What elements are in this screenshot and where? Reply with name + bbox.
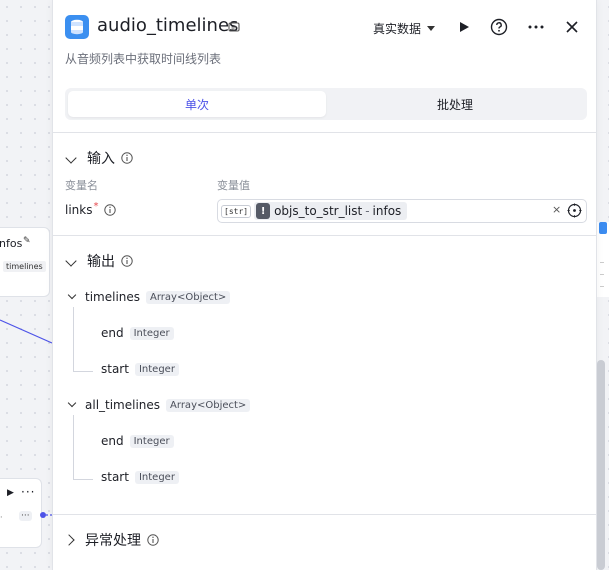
- close-button[interactable]: [561, 16, 583, 38]
- more-dots-icon[interactable]: ···: [19, 511, 32, 521]
- more-dots-icon[interactable]: ···: [21, 485, 35, 499]
- node-badge: [599, 222, 607, 234]
- tree-connector: [73, 479, 93, 480]
- play-icon: [460, 22, 469, 32]
- help-circle-icon: [490, 18, 508, 36]
- exception-section-header[interactable]: 异常处理: [63, 530, 159, 550]
- background-node-title: nfos: [0, 237, 23, 250]
- output-name: timelines: [85, 290, 141, 304]
- edge-line: [0, 319, 53, 344]
- panel-scrollbar[interactable]: [597, 360, 605, 570]
- divider: [600, 274, 604, 275]
- node-description: 从音频列表中获取时间线列表: [65, 52, 222, 66]
- edit-icon: ✎: [23, 236, 31, 246]
- output-child-item: start Integer: [101, 362, 179, 376]
- chevron-right-icon: [63, 534, 75, 546]
- background-node-2[interactable]: ▶ ··· ·· ···: [0, 478, 42, 548]
- input-section-label: 输入: [87, 151, 115, 167]
- node-port[interactable]: [40, 512, 46, 518]
- divider: [53, 235, 596, 236]
- output-name: start: [101, 362, 129, 376]
- column-header-value: 变量值: [217, 179, 250, 192]
- output-type: Integer: [129, 434, 174, 448]
- output-child-item: start Integer: [101, 470, 179, 484]
- info-circle-icon[interactable]: [147, 534, 159, 546]
- chevron-down-icon: [65, 152, 77, 164]
- background-node-tag: timelines: [3, 261, 46, 272]
- node-test-panel: audio_timelines 真实数据 从音频列表中获取时间线列表 单次 批处…: [52, 0, 597, 570]
- output-name: start: [101, 470, 129, 484]
- run-mode-tabs: 单次 批处理: [65, 88, 587, 120]
- output-type: Array<Object>: [146, 290, 231, 304]
- target-icon[interactable]: [567, 203, 582, 218]
- input-section-header[interactable]: 输入: [65, 148, 133, 168]
- tree-connector: [73, 371, 93, 372]
- caret-down-icon[interactable]: [67, 290, 77, 300]
- data-mode-select[interactable]: 真实数据: [373, 20, 436, 37]
- output-type: Array<Object>: [166, 398, 251, 412]
- output-name: all_timelines: [85, 398, 161, 412]
- output-name: end: [101, 434, 124, 448]
- divider: [53, 514, 596, 515]
- edit-icon[interactable]: [228, 21, 240, 33]
- output-name: end: [101, 326, 124, 340]
- warning-icon: !: [256, 203, 271, 219]
- tab-batch[interactable]: 批处理: [326, 91, 584, 117]
- divider: [600, 286, 604, 287]
- info-circle-icon[interactable]: [121, 255, 133, 267]
- output-section-header[interactable]: 输出: [65, 251, 133, 271]
- reference-source: objs_to_str_list: [274, 204, 363, 218]
- variable-value-field[interactable]: [str] ! objs_to_str_list - infos ×: [217, 199, 587, 223]
- param-name: links: [65, 203, 93, 217]
- data-mode-label: 真实数据: [373, 22, 422, 36]
- help-button[interactable]: [488, 16, 510, 38]
- output-type: Integer: [129, 326, 174, 340]
- background-node[interactable]: nfos ✎ timelines: [0, 227, 50, 297]
- tree-connector: [73, 307, 74, 371]
- divider: [600, 262, 604, 263]
- output-type: Integer: [134, 362, 179, 376]
- required-mark: *: [93, 200, 99, 212]
- output-child-item: end Integer: [101, 434, 174, 448]
- divider: [53, 132, 596, 133]
- output-child-item: end Integer: [101, 326, 174, 340]
- output-type: Integer: [134, 470, 179, 484]
- more-dots-icon: [528, 25, 544, 29]
- tab-single[interactable]: 单次: [68, 91, 326, 117]
- output-item: all_timelines Array<Object>: [67, 398, 251, 412]
- tree-connector: [73, 415, 74, 479]
- more-button[interactable]: [525, 16, 547, 38]
- play-icon[interactable]: ▶: [7, 488, 14, 498]
- param-links: links *: [65, 200, 117, 217]
- output-section-label: 输出: [87, 254, 115, 270]
- column-header-name: 变量名: [65, 179, 98, 192]
- panel-header: audio_timelines 真实数据 从音频列表中获取时间线列表: [53, 0, 596, 76]
- run-button[interactable]: [453, 16, 475, 38]
- caret-down-icon[interactable]: [67, 398, 77, 408]
- reference-separator: -: [365, 204, 370, 218]
- reference-field: infos: [372, 204, 402, 218]
- exception-section-label: 异常处理: [85, 533, 141, 549]
- clear-icon[interactable]: ×: [552, 203, 561, 216]
- chevron-down-icon: [427, 26, 436, 31]
- ellipsis-icon: ··: [0, 513, 3, 523]
- info-circle-icon[interactable]: [104, 204, 117, 216]
- close-icon: [566, 21, 578, 33]
- chevron-down-icon: [65, 255, 77, 267]
- database-stack-icon: [65, 15, 89, 39]
- type-tag: [str]: [221, 204, 252, 218]
- variable-reference-chip[interactable]: ! objs_to_str_list - infos: [254, 202, 408, 220]
- page-title: audio_timelines: [97, 15, 239, 36]
- output-item: timelines Array<Object>: [67, 290, 231, 304]
- info-circle-icon[interactable]: [121, 152, 133, 164]
